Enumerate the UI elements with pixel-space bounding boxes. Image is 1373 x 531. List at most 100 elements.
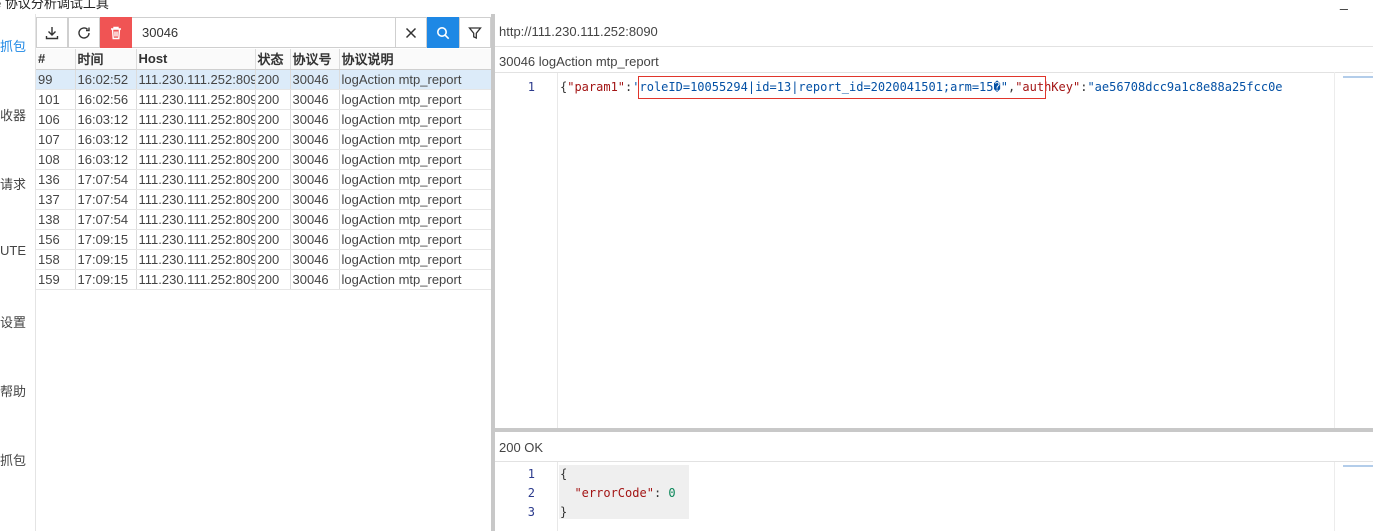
cell-host: 111.230.111.252:8090 [136,169,256,190]
search-input[interactable] [132,17,395,48]
delete-button[interactable] [100,17,132,48]
cell-status: 200 [255,149,291,170]
cell-protocol-id: 30046 [290,89,340,110]
refresh-button[interactable] [68,17,100,48]
colon: : [653,486,669,500]
cell-index: 137 [36,189,76,210]
cell-description: logAction mtp_report [339,109,491,130]
cell-status: 200 [255,69,291,90]
cell-protocol-id: 30046 [290,109,340,130]
cell-time: 16:02:56 [75,89,137,110]
scrollbar-marker[interactable] [1343,465,1373,467]
filter-button[interactable] [459,17,491,48]
download-icon [45,26,59,39]
cell-status: 200 [255,269,291,290]
cell-status: 200 [255,249,291,270]
cell-time: 16:03:12 [75,109,137,130]
table-row[interactable]: 108 16:03:12 111.230.111.252:8090 200 30046 l… [36,149,491,170]
cell-protocol-id: 30046 [290,169,340,190]
editor-ruler [1334,462,1335,531]
nav-item-settings[interactable]: 设置 [0,312,34,331]
nav-item-ute[interactable]: UTE [0,243,34,258]
table-row[interactable]: 138 17:07:54 111.230.111.252:8090 200 30046 l… [36,209,491,230]
table-row[interactable]: 101 16:02:56 111.230.111.252:8090 200 30046 l… [36,89,491,110]
cell-description: logAction mtp_report [339,189,491,210]
cell-time: 16:02:52 [75,69,137,90]
cell-index: 158 [36,249,76,270]
nav-item-help[interactable]: 帮助 [0,381,34,400]
table-row[interactable]: 158 17:09:15 111.230.111.252:8090 200 30046 l… [36,249,491,270]
request-editor[interactable] [495,72,1373,428]
clear-search-button[interactable] [395,17,427,48]
horizontal-splitter[interactable] [495,428,1373,432]
cell-protocol-id: 30046 [290,249,340,270]
cell-index: 107 [36,129,76,150]
request-url[interactable]: http://111.230.111.252:8090 [499,24,658,39]
cell-protocol-id: 30046 [290,129,340,150]
cell-host: 111.230.111.252:8090 [136,89,256,110]
cell-host: 111.230.111.252:8090 [136,269,256,290]
filter-icon [468,26,482,39]
table-row[interactable]: 106 16:03:12 111.230.111.252:8090 200 30046 l… [36,109,491,130]
cell-index: 136 [36,169,76,190]
cell-status: 200 [255,169,291,190]
table-row[interactable]: 107 16:03:12 111.230.111.252:8090 200 30046 l… [36,129,491,150]
cell-status: 200 [255,109,291,130]
nav-item-capture-2[interactable]: 抓包 [0,450,34,469]
json-key-param1: "param1" [567,80,626,94]
column-header-index[interactable]: # [36,49,76,70]
cell-host: 111.230.111.252:8090 [136,69,256,90]
line-number: 2 [527,486,535,500]
cell-index: 159 [36,269,76,290]
table-row[interactable]: 136 17:07:54 111.230.111.252:8090 200 30046 l… [36,169,491,190]
cell-host: 111.230.111.252:8090 [136,229,256,250]
cell-host: 111.230.111.252:8090 [136,249,256,270]
json-value-errorcode: 0 [668,486,676,500]
cell-protocol-id: 30046 [290,229,340,250]
table-row[interactable]: 159 17:09:15 111.230.111.252:8090 200 30046 l… [36,269,491,290]
response-line-3: } [560,505,568,519]
column-header-host[interactable]: Host [136,49,256,70]
cell-host: 111.230.111.252:8090 [136,109,256,130]
request-title: 30046 logAction mtp_report [499,54,659,69]
cell-description: logAction mtp_report [339,69,491,90]
line-number: 1 [527,467,535,481]
nav-item-capture[interactable]: 抓包 [0,36,34,55]
highlight-annotation-box [638,76,1046,99]
cell-description: logAction mtp_report [339,169,491,190]
table-header-row: # 时间 Host 状态 协议号 协议说明 [36,49,491,70]
line-number: 1 [527,80,535,94]
minimize-button[interactable]: _ [1340,0,1348,10]
window-title: e 协议分析调试工具 [0,0,109,11]
cell-index: 108 [36,149,76,170]
cell-host: 111.230.111.252:8090 [136,129,256,150]
cell-description: logAction mtp_report [339,269,491,290]
cell-protocol-id: 30046 [290,189,340,210]
cell-protocol-id: 30046 [290,209,340,230]
editor-ruler [1334,72,1335,428]
search-button[interactable] [427,17,459,48]
cell-protocol-id: 30046 [290,269,340,290]
cell-index: 99 [36,69,76,90]
cell-status: 200 [255,209,291,230]
column-header-status[interactable]: 状态 [255,49,291,70]
nav-item-receiver[interactable]: 收器 [0,105,34,124]
column-header-protocol-id[interactable]: 协议号 [290,49,340,70]
column-header-time[interactable]: 时间 [75,49,137,70]
cell-time: 17:07:54 [75,169,137,190]
table-row[interactable]: 137 17:07:54 111.230.111.252:8090 200 30046 l… [36,189,491,210]
scrollbar-marker[interactable] [1343,76,1373,78]
nav-item-request[interactable]: 请求 [0,174,34,193]
cell-index: 101 [36,89,76,110]
json-value-authkey: "ae56708dcc9a1c8e88a25fcc0e [1087,80,1283,94]
table-row[interactable]: 156 17:09:15 111.230.111.252:8090 200 30046 l… [36,229,491,250]
table-row[interactable]: 99 16:02:52 111.230.111.252:8090 200 30046 lo… [36,69,491,90]
cell-status: 200 [255,89,291,110]
cell-time: 16:03:12 [75,129,137,150]
cell-description: logAction mtp_report [339,229,491,250]
column-header-description[interactable]: 协议说明 [339,49,491,70]
download-button[interactable] [36,17,68,48]
cell-status: 200 [255,129,291,150]
search-icon [437,26,450,39]
capture-table: # 时间 Host 状态 协议号 协议说明 99 16:02:52 111.230.… [36,49,491,531]
